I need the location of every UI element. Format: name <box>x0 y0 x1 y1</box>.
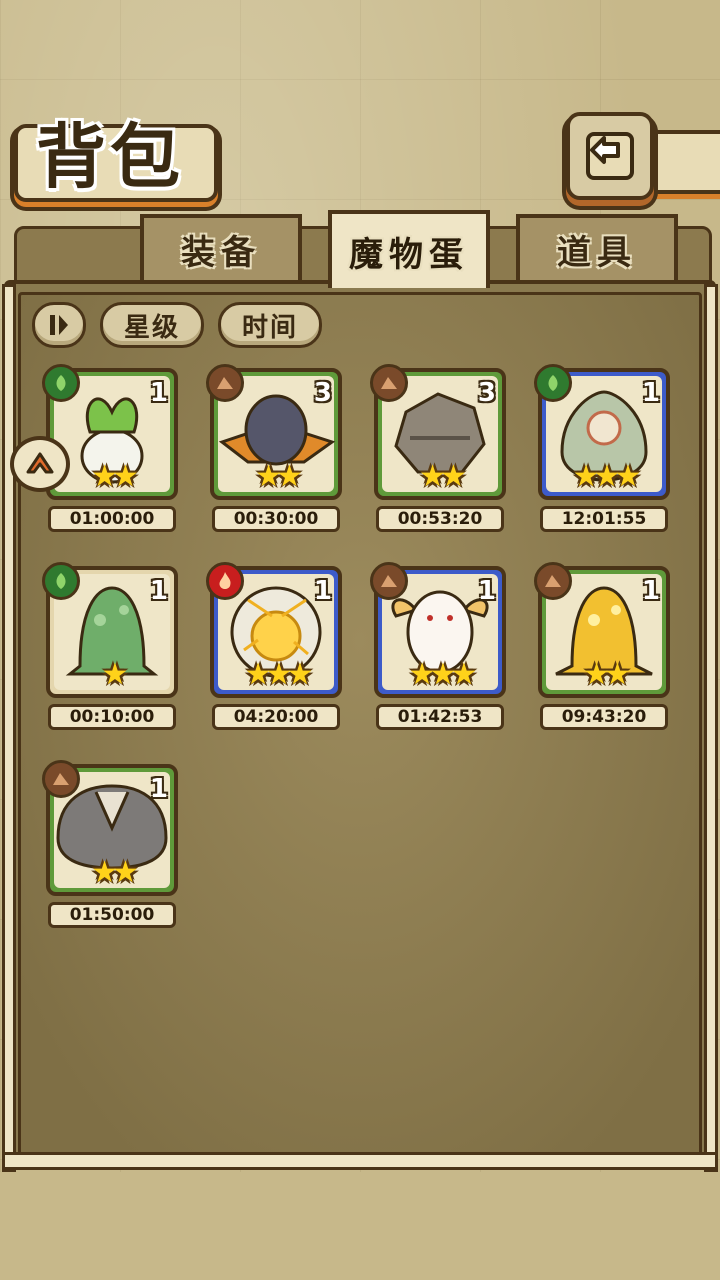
back-arrow-icon <box>586 132 634 180</box>
fire-element-icon <box>206 562 244 600</box>
earth-element-icon <box>42 760 80 798</box>
back-button[interactable] <box>566 112 654 200</box>
sort-by-time-button[interactable]: 时间 <box>218 302 322 348</box>
egg-count: 1 <box>641 576 660 606</box>
nature-element-icon <box>42 364 80 402</box>
sort-order-icon <box>50 315 68 335</box>
egg-stars: ★★★ <box>572 459 642 494</box>
earth-element-icon <box>206 364 244 402</box>
tab-monster-eggs-label: 魔物蛋 <box>349 234 469 275</box>
bottom-map-strip <box>0 1172 720 1280</box>
tab-items-label: 道具 <box>557 232 637 273</box>
egg-card-golden-slime[interactable]: 1 ★★ <box>534 562 670 698</box>
frame-rail-left <box>2 284 16 1172</box>
egg-card-green-slime[interactable]: 1 ★ <box>42 562 178 698</box>
egg-count: 1 <box>477 576 496 606</box>
egg-timer: 01:50:00 <box>48 902 176 928</box>
egg-timer: 04:20:00 <box>212 704 340 730</box>
egg-stars: ★★ <box>255 459 303 494</box>
egg-timer: 01:00:00 <box>48 506 176 532</box>
egg-count: 1 <box>149 576 168 606</box>
tab-monster-eggs[interactable]: 魔物蛋 <box>328 210 490 288</box>
frame-rail-bottom <box>2 1152 718 1170</box>
egg-card-thunder-egg[interactable]: 1 ★★★ <box>206 562 342 698</box>
egg-stars: ★★ <box>91 855 139 890</box>
new-marker <box>10 436 70 492</box>
egg-card-radish[interactable]: 1 ★★ <box>42 364 178 500</box>
egg-count: 3 <box>313 378 332 408</box>
tab-items[interactable]: 道具 <box>516 214 678 280</box>
egg-stars: ★ <box>101 657 129 692</box>
egg-stars: ★★★ <box>244 657 314 692</box>
frame-rail-right <box>704 284 718 1172</box>
egg-card-rock-golem[interactable]: 3 ★★ <box>370 364 506 500</box>
earth-element-icon <box>534 562 572 600</box>
egg-card-fluffy-fairy[interactable]: 1 ★★★ <box>370 562 506 698</box>
sort-order-button[interactable] <box>32 302 86 348</box>
tab-equipment-label: 装备 <box>181 232 261 273</box>
sort-by-star-button[interactable]: 星级 <box>100 302 204 348</box>
up-arrow-icon <box>26 452 54 474</box>
sort-by-star-label: 星级 <box>123 312 180 343</box>
earth-element-icon <box>370 364 408 402</box>
egg-card-gray-shell[interactable]: 1 ★★ <box>42 760 178 896</box>
egg-count: 3 <box>477 378 496 408</box>
egg-card-seed-pod[interactable]: 1 ★★★ <box>534 364 670 500</box>
egg-timer: 00:30:00 <box>212 506 340 532</box>
egg-stars: ★★ <box>419 459 467 494</box>
nature-element-icon <box>42 562 80 600</box>
egg-timer: 12:01:55 <box>540 506 668 532</box>
egg-count: 1 <box>641 378 660 408</box>
egg-count: 1 <box>149 774 168 804</box>
egg-card-dark-egg-hat[interactable]: 3 ★★ <box>206 364 342 500</box>
egg-timer: 00:10:00 <box>48 704 176 730</box>
sort-by-time-label: 时间 <box>241 312 298 343</box>
egg-stars: ★★ <box>583 657 631 692</box>
earth-element-icon <box>370 562 408 600</box>
tab-equipment[interactable]: 装备 <box>140 214 302 280</box>
egg-count: 1 <box>313 576 332 606</box>
page-title: 背包 <box>36 115 184 198</box>
nature-element-icon <box>534 364 572 402</box>
egg-count: 1 <box>149 378 168 408</box>
egg-stars: ★★★ <box>408 657 478 692</box>
egg-timer: 01:42:53 <box>376 704 504 730</box>
egg-timer: 00:53:20 <box>376 506 504 532</box>
egg-timer: 09:43:20 <box>540 704 668 730</box>
